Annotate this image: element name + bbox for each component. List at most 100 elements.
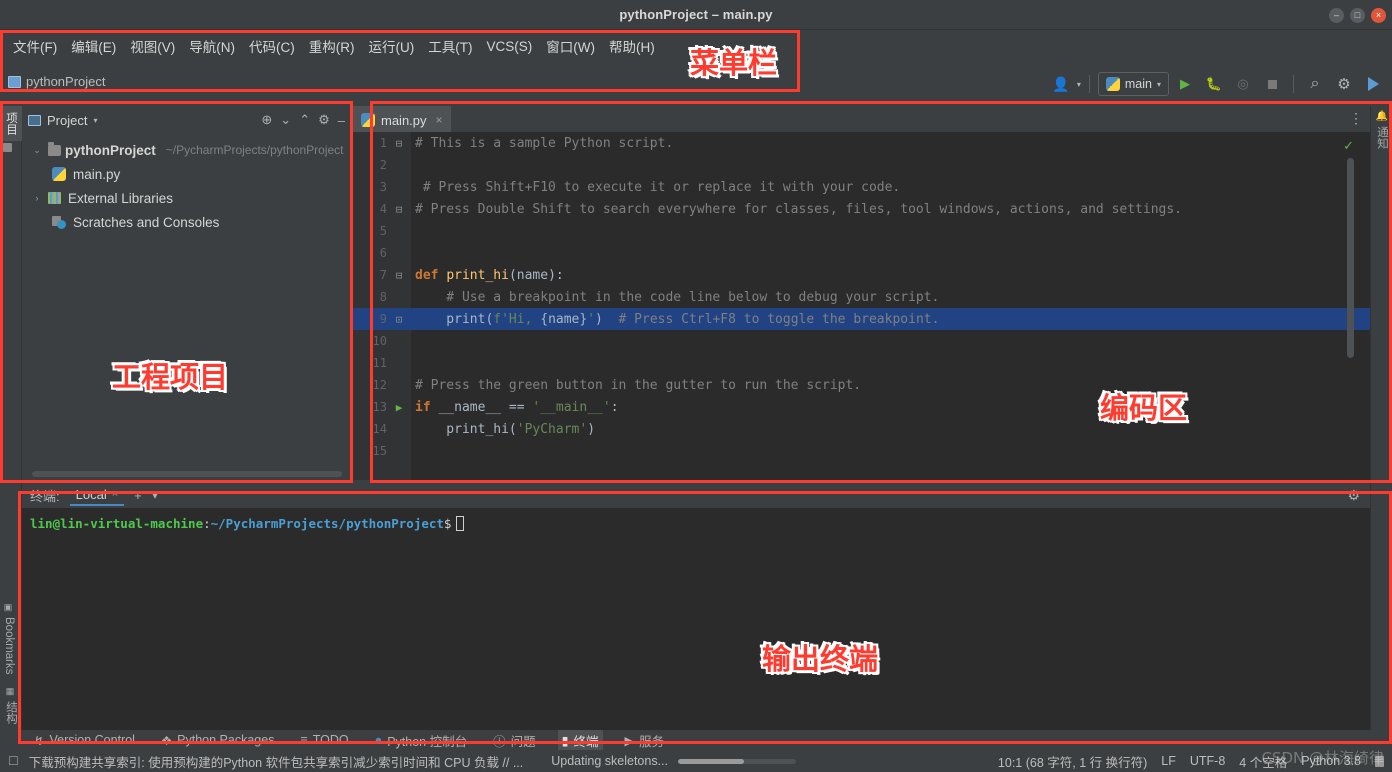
close-icon[interactable]: ×	[436, 113, 443, 127]
minimize-button[interactable]: –	[1329, 7, 1344, 23]
code-line[interactable]: 14 print_hi('PyCharm')	[353, 418, 1370, 440]
gear-icon[interactable]: ⚙	[1331, 71, 1357, 97]
code-line[interactable]: 9 ⊡ print(f'Hi, {name}') # Press Ctrl+F8 …	[353, 308, 1370, 330]
chevron-down-icon[interactable]: ▾	[152, 487, 159, 503]
chevron-down-icon[interactable]: ⌄	[30, 145, 44, 156]
bottom-tab-label: 终端	[573, 734, 599, 749]
lock-icon[interactable]	[1375, 755, 1384, 767]
menu-view[interactable]: 视图(V)	[123, 33, 182, 59]
fold-marker-icon[interactable]: ⊡	[387, 313, 411, 326]
code-line[interactable]: 5	[353, 220, 1370, 242]
rail-item-notifications[interactable]: 🔔 通知	[1371, 106, 1392, 155]
code-line[interactable]: 4 ⊟ # Press Double Shift to search everywh…	[353, 198, 1370, 220]
editor-tab-label: main.py	[381, 112, 427, 128]
rail-item-bookmarks[interactable]: ▣ Bookmarks	[0, 597, 18, 681]
message-icon[interactable]: ☐	[8, 754, 19, 768]
line-number: 14	[372, 422, 387, 436]
code-line[interactable]: 1 ⊟ # This is a sample Python script.	[353, 132, 1370, 154]
project-horizontal-scrollbar[interactable]	[32, 471, 342, 477]
status-bar-right: 10:1 (68 字符, 1 行 换行符) LF UTF-8 4 个空格 Pyt…	[998, 752, 1384, 771]
project-panel-header: Project ▾ ⊕ ⌄ ⌃ ⚙ –	[22, 106, 351, 134]
editor-tab-mainpy[interactable]: main.py ×	[353, 106, 451, 132]
chevron-right-icon[interactable]: ›	[30, 193, 44, 203]
menu-refactor[interactable]: 重构(R)	[302, 33, 362, 59]
code-line[interactable]: 15	[353, 440, 1370, 462]
gear-icon[interactable]: ⚙	[318, 112, 330, 128]
fold-marker-icon[interactable]: ⊟	[387, 137, 411, 150]
rail-item-structure[interactable]: ▦ 结构	[0, 681, 22, 730]
menu-window[interactable]: 窗口(W)	[539, 33, 602, 59]
chevron-down-icon[interactable]: ▾	[1077, 80, 1081, 89]
file-encoding[interactable]: UTF-8	[1190, 754, 1225, 768]
chevron-down-icon[interactable]: ▾	[93, 116, 97, 125]
tree-item-pythonproject[interactable]: ⌄ pythonProject ~/PycharmProjects/python…	[22, 138, 351, 162]
project-tree[interactable]: ⌄ pythonProject ~/PycharmProjects/python…	[22, 134, 351, 480]
editor-vertical-scrollbar[interactable]	[1347, 158, 1354, 358]
code-lines[interactable]: 1 ⊟ # This is a sample Python script. 2 3 # …	[353, 132, 1370, 462]
expand-all-icon[interactable]: ⌄	[280, 112, 291, 128]
line-number: 13	[372, 400, 387, 414]
breadcrumb[interactable]: pythonProject	[8, 74, 106, 89]
fold-marker-icon[interactable]: ⊟	[387, 203, 411, 216]
menu-help[interactable]: 帮助(H)	[602, 33, 662, 59]
user-icon[interactable]: 👤	[1048, 71, 1074, 97]
maximize-button[interactable]: □	[1350, 7, 1365, 23]
indent-setting[interactable]: 4 个空格	[1239, 752, 1287, 771]
menu-file[interactable]: 文件(F)	[6, 33, 64, 59]
fold-marker-icon[interactable]: ⊟	[387, 269, 411, 282]
terminal-output[interactable]: lin@lin-virtual-machine:~/PycharmProject…	[22, 508, 1370, 730]
collapse-all-icon[interactable]: ⌃	[299, 112, 310, 128]
code-line[interactable]: 7 ⊟ def print_hi(name):	[353, 264, 1370, 286]
menu-navigate[interactable]: 导航(N)	[182, 33, 242, 59]
code-editor[interactable]: 1 ⊟ # This is a sample Python script. 2 3 # …	[353, 132, 1370, 480]
run-configuration-selector[interactable]: main ▾	[1097, 72, 1169, 96]
code-line[interactable]: 2	[353, 154, 1370, 176]
editor-options-icon[interactable]: ⋮	[1349, 110, 1364, 127]
bottom-tab-version-control[interactable]: ↯ Version Control	[30, 732, 139, 749]
coverage-button[interactable]: ◎	[1230, 71, 1256, 97]
bottom-tab-problems[interactable]: ⓘ 问题	[489, 730, 540, 751]
terminal-settings-icon[interactable]: ⚙	[1347, 487, 1360, 504]
code-line[interactable]: 11	[353, 352, 1370, 374]
bottom-tab-terminal[interactable]: ▮ 终端	[557, 729, 603, 751]
bottom-tab-python-console[interactable]: ● Python 控制台	[371, 730, 471, 751]
tree-item-scratches[interactable]: Scratches and Consoles	[22, 210, 351, 234]
menu-tools[interactable]: 工具(T)	[421, 33, 479, 59]
code-text: if __name__ == '__main__':	[415, 399, 619, 415]
close-icon[interactable]: ×	[112, 488, 118, 500]
python-file-icon	[361, 113, 375, 127]
hide-panel-button[interactable]: –	[338, 113, 345, 128]
terminal-tab-local[interactable]: Local ×	[69, 485, 125, 506]
bottom-tab-todo[interactable]: ≡ TODO	[296, 732, 352, 748]
profiler-icon[interactable]	[1360, 71, 1386, 97]
bottom-tab-services[interactable]: ▶ 服务	[621, 730, 669, 751]
interpreter-selector[interactable]: Python 3.8	[1301, 754, 1361, 768]
new-session-icon[interactable]: +	[134, 488, 142, 503]
menu-vcs[interactable]: VCS(S)	[480, 36, 540, 57]
code-line[interactable]: 6	[353, 242, 1370, 264]
code-line[interactable]: 12 # Press the green button in the gutter…	[353, 374, 1370, 396]
menu-edit[interactable]: 编辑(E)	[64, 33, 123, 59]
debug-button[interactable]: 🐛	[1201, 71, 1227, 97]
run-gutter-icon[interactable]: ▶	[387, 401, 411, 414]
code-line[interactable]: 13 ▶ if __name__ == '__main__':	[353, 396, 1370, 418]
rail-item-project[interactable]: 项目	[0, 106, 22, 141]
bottom-tab-python-packages[interactable]: ❖ Python Packages	[157, 732, 279, 749]
code-line[interactable]: 8 # Use a breakpoint in the code line be…	[353, 286, 1370, 308]
rail-item-commit[interactable]	[0, 141, 15, 158]
status-message[interactable]: 下载预构建共享索引: 使用预构建的Python 软件包共享索引减少索引时间和 C…	[29, 752, 523, 771]
menu-run[interactable]: 运行(U)	[362, 33, 422, 59]
inspection-status-icon[interactable]: ✓	[1343, 138, 1354, 154]
tree-item-external-libraries[interactable]: › External Libraries	[22, 186, 351, 210]
close-button[interactable]: ×	[1371, 7, 1386, 23]
code-line[interactable]: 3 # Press Shift+F10 to execute it or rep…	[353, 176, 1370, 198]
caret-position[interactable]: 10:1 (68 字符, 1 行 换行符)	[998, 752, 1147, 771]
locate-icon[interactable]: ⊕	[261, 112, 272, 128]
stop-button[interactable]	[1259, 71, 1285, 97]
tree-item-mainpy[interactable]: main.py	[22, 162, 351, 186]
search-icon[interactable]: ⌕	[1302, 71, 1328, 97]
run-button[interactable]: ▶	[1172, 71, 1198, 97]
menu-code[interactable]: 代码(C)	[242, 33, 302, 59]
line-separator[interactable]: LF	[1161, 754, 1176, 768]
code-line[interactable]: 10	[353, 330, 1370, 352]
